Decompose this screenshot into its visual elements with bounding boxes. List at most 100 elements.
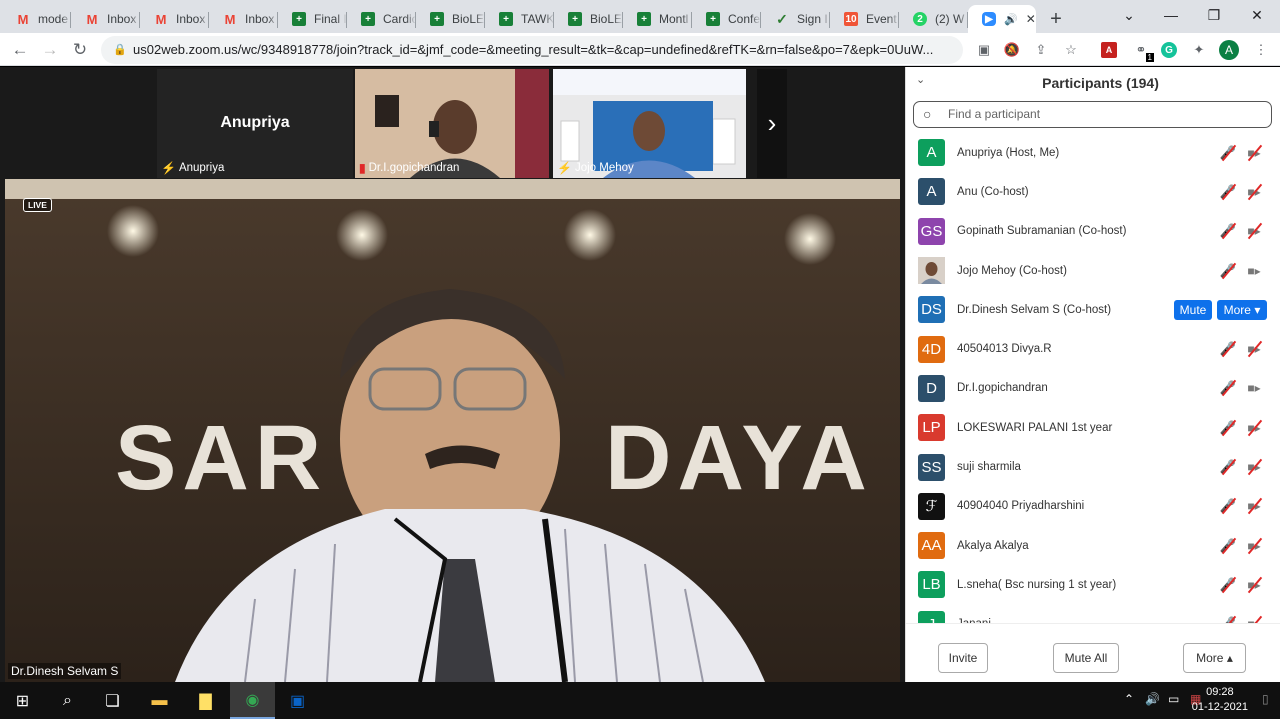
bookmark-star-icon[interactable]: ☆ [1061, 40, 1081, 60]
task-view-icon[interactable]: ❏ [90, 682, 135, 719]
participant-more-button[interactable]: More ▾ [1217, 299, 1267, 320]
invite-button[interactable]: Invite [938, 643, 988, 673]
mic-muted-icon[interactable]: 🎤 [1219, 614, 1237, 623]
participant-row[interactable]: SS suji sharmila 🎤 ■▸ [906, 447, 1280, 486]
mute-all-button[interactable]: Mute All [1053, 643, 1119, 673]
participant-row[interactable]: 4D 40504013 Divya.R 🎤 ■▸ [906, 329, 1280, 368]
mic-muted-icon[interactable]: 🎤 [1219, 182, 1237, 202]
participant-row[interactable]: A Anupriya (Host, Me) 🎤 ■▸ [906, 133, 1280, 172]
windows-taskbar: ⊞ ⌕ ❏ ▬ ▇ ◉ ▣ ⌃ 🔊 ▭ ▦ 09:28 01-12-2021 ▯ [0, 682, 1280, 719]
participant-avatar: AA [918, 532, 945, 560]
search-placeholder: Find a participant [948, 107, 1041, 121]
grammarly-icon[interactable]: G [1161, 42, 1177, 58]
outlook-icon[interactable]: ▣ [275, 682, 320, 719]
video-off-icon[interactable]: ■▸ [1244, 496, 1264, 516]
participant-row[interactable]: LP LOKESWARI PALANI 1st year 🎤 ■▸ [906, 408, 1280, 447]
restore-button[interactable]: ❐ [1193, 0, 1235, 30]
tab-search-chevron-icon[interactable]: ⌄ [1108, 0, 1150, 30]
tab-title: Final I [314, 12, 347, 26]
participant-row[interactable]: ℱ 40904040 Priyadharshini 🎤 ■▸ [906, 487, 1280, 526]
mic-muted-icon[interactable]: 🎤 [1219, 339, 1237, 359]
extensions-puzzle-icon[interactable]: ✦ [1189, 40, 1209, 60]
forward-button[interactable]: → [38, 38, 62, 62]
mic-muted-icon[interactable]: 🎤 [1219, 536, 1237, 556]
thumbnail-anupriya[interactable]: Anupriya ⚡ Anupriya [157, 69, 353, 178]
video-on-icon[interactable]: ■▸ [1244, 378, 1264, 398]
video-on-icon[interactable]: ■▸ [1244, 261, 1264, 281]
minimize-button[interactable]: — [1150, 0, 1192, 30]
windows-start-icon[interactable]: ⊞ [0, 682, 45, 719]
next-page-chevron-icon[interactable]: › [757, 69, 787, 178]
video-off-icon[interactable]: ■▸ [1244, 418, 1264, 438]
participant-row[interactable]: JJanani🎤■▸ [906, 605, 1280, 623]
mic-muted-icon[interactable]: 🎤 [1219, 496, 1237, 516]
participant-row[interactable]: DS Dr.Dinesh Selvam S (Co-host) Mute More ▾ [906, 290, 1280, 329]
browser-tab[interactable]: + BioLE [554, 5, 623, 33]
participant-row[interactable]: AA Akalya Akalya 🎤 ■▸ [906, 526, 1280, 565]
speaker-icon[interactable]: 🔊 [1004, 13, 1018, 26]
video-off-icon[interactable]: ■▸ [1244, 339, 1264, 359]
video-off-icon[interactable]: ■▸ [1244, 182, 1264, 202]
mic-muted-icon[interactable]: 🎤 [1219, 457, 1237, 477]
participant-search-input[interactable]: ○ Find a participant [913, 101, 1272, 128]
participant-row[interactable]: D Dr.I.gopichandran 🎤 ■▸ [906, 369, 1280, 408]
mic-muted-icon[interactable]: 🎤 [1219, 378, 1237, 398]
mic-muted-icon[interactable]: 🎤 [1219, 261, 1237, 281]
mic-muted-icon[interactable]: 🎤 [1219, 143, 1237, 163]
browser-tab[interactable]: M Inbox [209, 5, 278, 33]
browser-tab[interactable]: ✓ Sign I [761, 5, 830, 33]
mic-muted-icon[interactable]: 🎤 [1219, 418, 1237, 438]
reload-button[interactable]: ↻ [68, 38, 92, 62]
mic-muted-icon[interactable]: 🎤 [1219, 221, 1237, 241]
file-explorer-icon[interactable]: ▬ [137, 682, 182, 719]
participant-row[interactable]: GS Gopinath Subramanian (Co-host) 🎤 ■▸ [906, 212, 1280, 251]
video-off-icon[interactable]: ■▸ [1244, 457, 1264, 477]
url-field[interactable]: 🔒 us02web.zoom.us/wc/9348918778/join?tra… [101, 36, 963, 64]
browser-tab[interactable]: M Inbox [71, 5, 140, 33]
close-tab-icon[interactable]: ✕ [1026, 12, 1036, 26]
profile-avatar[interactable]: A [1219, 40, 1239, 60]
browser-tab[interactable]: 2 (2) W [899, 5, 968, 33]
participant-row[interactable]: Jojo Mehoy (Co-host) 🎤 ■▸ [906, 251, 1280, 290]
browser-tab[interactable]: + TAWK [485, 5, 554, 33]
tray-chevron-icon[interactable]: ⌃ [1124, 692, 1134, 706]
browser-tab[interactable]: Mmode [2, 5, 71, 33]
close-window-button[interactable]: ✕ [1236, 0, 1278, 30]
more-button[interactable]: More ▴ [1183, 643, 1246, 673]
tab-zoom-active[interactable]: ▶ 🔊 ✕ [968, 5, 1036, 33]
sticky-notes-icon[interactable]: ▇ [183, 682, 228, 719]
browser-tab[interactable]: M Inbox [140, 5, 209, 33]
share-icon[interactable]: ⇪ [1031, 40, 1051, 60]
video-off-icon[interactable]: ■▸ [1244, 221, 1264, 241]
new-tab-button[interactable]: + [1036, 5, 1076, 33]
browser-tab[interactable]: + Montl [623, 5, 692, 33]
network-icon[interactable]: ▭ [1168, 692, 1179, 706]
video-off-icon[interactable]: ■▸ [1244, 536, 1264, 556]
menu-kebab-icon[interactable]: ⋮ [1251, 40, 1271, 60]
notifications-blocked-icon[interactable]: 🔕 [1002, 40, 1022, 60]
browser-tab[interactable]: 10 Event [830, 5, 899, 33]
video-off-icon[interactable]: ■▸ [1244, 575, 1264, 595]
pdf-extension-icon[interactable]: A [1101, 42, 1117, 58]
participant-row[interactable]: A Anu (Co-host) 🎤 ■▸ [906, 172, 1280, 211]
chrome-icon[interactable]: ◉ [230, 682, 275, 719]
participant-row[interactable]: LB L.sneha( Bsc nursing 1 st year) 🎤 ■▸ [906, 565, 1280, 604]
mic-muted-icon[interactable]: 🎤 [1219, 575, 1237, 595]
back-button[interactable]: ← [8, 38, 32, 62]
browser-tab[interactable]: + Confe [692, 5, 761, 33]
volume-icon[interactable]: 🔊 [1145, 692, 1160, 706]
search-icon[interactable]: ⌕ [45, 682, 90, 719]
video-off-icon[interactable]: ■▸ [1244, 143, 1264, 163]
svg-text:DAYA: DAYA [605, 407, 873, 509]
participant-mute-button[interactable]: Mute [1174, 299, 1212, 320]
notifications-icon[interactable]: ▯ [1262, 692, 1269, 706]
thumbnail-gopichandran[interactable]: ▮ Dr.I.gopichandran [355, 69, 549, 178]
browser-tab[interactable]: + BioLE [416, 5, 485, 33]
video-off-icon[interactable]: ■▸ [1244, 614, 1264, 623]
thumbnail-jojo[interactable]: ⚡ Jojo Mehoy [553, 69, 746, 178]
system-clock[interactable]: 09:28 01-12-2021 [1192, 685, 1248, 715]
link-extension-icon[interactable]: ⚭ 1 [1131, 40, 1154, 62]
browser-tab[interactable]: + Final I [278, 5, 347, 33]
browser-tab[interactable]: + Cardic [347, 5, 416, 33]
camera-blocked-icon[interactable]: ▣ [974, 40, 994, 60]
